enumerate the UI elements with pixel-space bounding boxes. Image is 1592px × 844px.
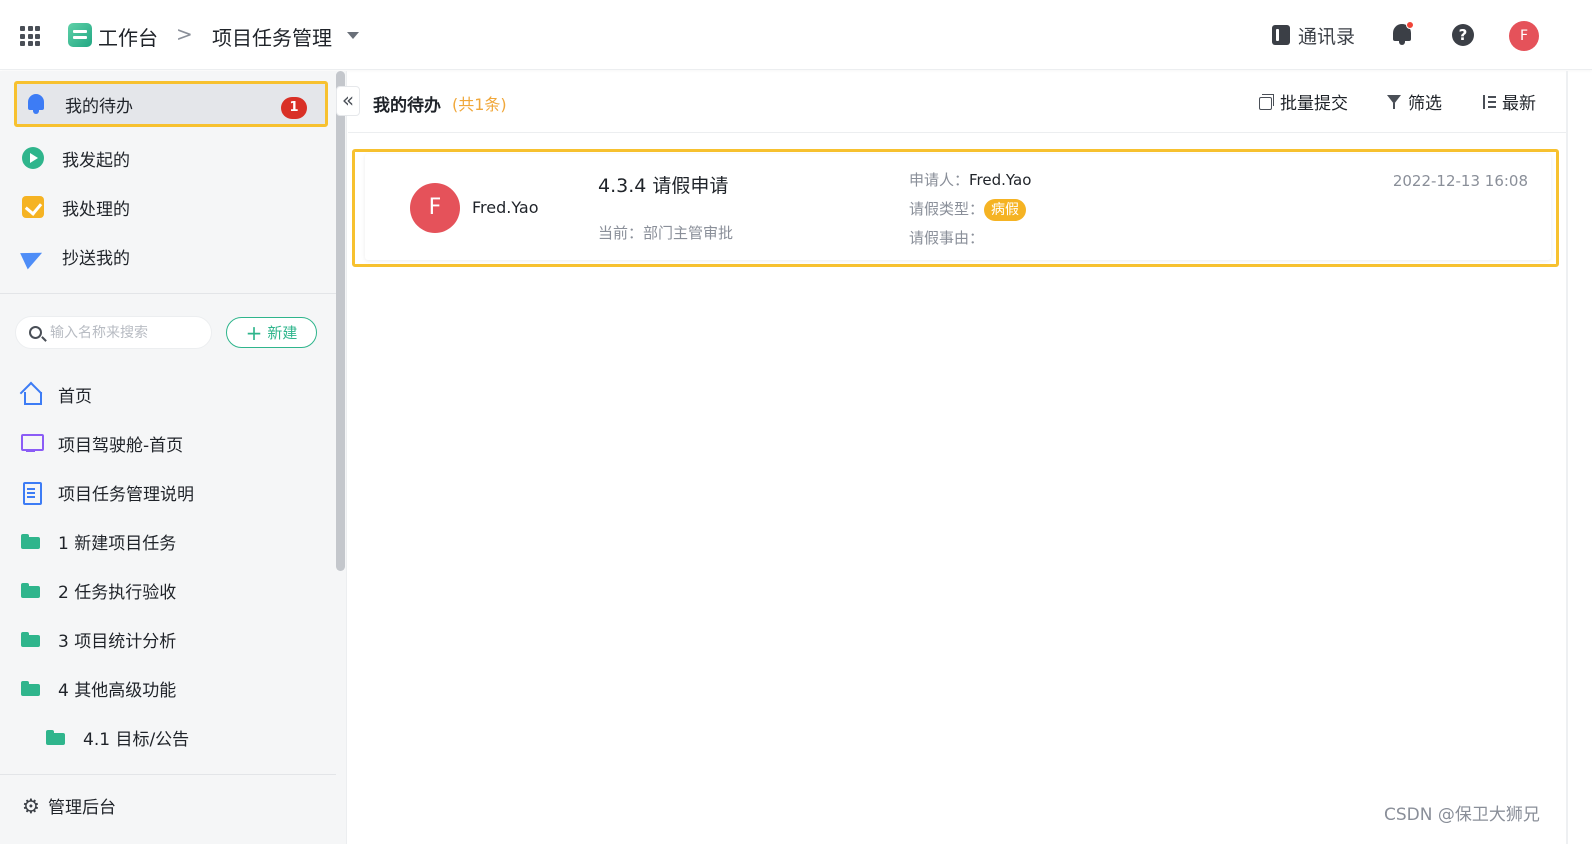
sidebar-item-label: 我发起的 bbox=[62, 150, 130, 171]
field-label: 请假类型： bbox=[909, 200, 985, 218]
field-label: 请假事由： bbox=[909, 229, 985, 247]
nav-item-label: 首页 bbox=[58, 386, 92, 407]
notification-dot bbox=[1406, 21, 1414, 29]
breadcrumb-workspace[interactable]: 工作台 bbox=[98, 22, 158, 51]
sidebar-item-cc[interactable]: 抄送我的 bbox=[14, 233, 328, 279]
contacts-label: 通讯录 bbox=[1298, 25, 1356, 48]
page-title: 我的待办 bbox=[373, 96, 441, 116]
sidebar-item-my-todo[interactable]: 我的待办 1 bbox=[14, 81, 328, 127]
nav-folder-statistics[interactable]: 3 项目统计分析 bbox=[20, 624, 176, 654]
nav-folder-new-task[interactable]: 1 新建项目任务 bbox=[20, 526, 176, 556]
sort-icon bbox=[1480, 94, 1496, 110]
plus-icon: + bbox=[245, 320, 263, 345]
sidebar: 我的待办 1 我发起的 我处理的 抄送我的 + 新建 首页 项目驾驶舱-首页 项… bbox=[0, 71, 347, 844]
paper-plane-icon bbox=[22, 245, 44, 267]
top-bar: 工作台 > 项目任务管理 通讯录 ? F bbox=[0, 0, 1592, 70]
admin-label: 管理后台 bbox=[48, 798, 116, 818]
main-scrollbar[interactable] bbox=[1566, 71, 1568, 844]
sidebar-item-handled[interactable]: 我处理的 bbox=[14, 184, 328, 230]
gear-icon: ⚙ bbox=[22, 793, 40, 818]
leave-type-tag: 病假 bbox=[984, 198, 1027, 221]
nav-item-label: 4.1 目标/公告 bbox=[83, 729, 190, 750]
folder-icon bbox=[20, 678, 42, 698]
admin-console-link[interactable]: ⚙ 管理后台 bbox=[22, 793, 116, 819]
field-reason: 请假事由： bbox=[909, 224, 1031, 253]
nav-item-home[interactable]: 首页 bbox=[20, 379, 92, 409]
nav-item-label: 1 新建项目任务 bbox=[58, 533, 177, 554]
sidebar-scrollbar[interactable] bbox=[336, 71, 345, 571]
list-actions: 批量提交 筛选 最新 bbox=[1220, 89, 1536, 114]
breadcrumb-app-name[interactable]: 项目任务管理 bbox=[212, 22, 332, 51]
bell-icon bbox=[25, 93, 47, 115]
monitor-icon bbox=[20, 433, 44, 453]
nav-folder-execution[interactable]: 2 任务执行验收 bbox=[20, 575, 176, 605]
search-input[interactable] bbox=[50, 323, 205, 343]
home-icon bbox=[20, 384, 42, 405]
search-icon bbox=[29, 326, 42, 339]
main-header: 我的待办 (共1条) 批量提交 筛选 最新 bbox=[348, 71, 1568, 133]
new-button-label: 新建 bbox=[267, 324, 298, 342]
sidebar-item-label: 我的待办 bbox=[65, 96, 133, 117]
nav-item-label: 3 项目统计分析 bbox=[58, 631, 177, 652]
nav-item-label: 4 其他高级功能 bbox=[58, 680, 177, 701]
nav-item-guide[interactable]: 项目任务管理说明 bbox=[20, 477, 194, 507]
sidebar-item-initiated[interactable]: 我发起的 bbox=[14, 135, 328, 181]
filter-label: 筛选 bbox=[1408, 94, 1442, 114]
contacts-button[interactable]: 通讯录 bbox=[1272, 22, 1355, 48]
field-label: 申请人： bbox=[909, 171, 970, 189]
folder-icon bbox=[20, 580, 42, 600]
folder-icon bbox=[45, 727, 67, 747]
new-button[interactable]: + 新建 bbox=[226, 317, 317, 348]
folder-icon bbox=[20, 629, 42, 649]
applicant-name: Fred.Yao bbox=[472, 198, 539, 217]
task-title: 4.3.4 请假申请 bbox=[598, 175, 729, 197]
nav-item-cockpit[interactable]: 项目驾驶舱-首页 bbox=[20, 428, 183, 458]
batch-submit-icon bbox=[1258, 93, 1274, 110]
todo-count-badge: 1 bbox=[281, 97, 307, 119]
nav-folder-advanced[interactable]: 4 其他高级功能 bbox=[20, 673, 176, 703]
nav-item-label: 项目任务管理说明 bbox=[58, 484, 194, 505]
field-value: Fred.Yao bbox=[969, 171, 1032, 189]
nav-item-label: 2 任务执行验收 bbox=[58, 582, 177, 603]
sort-label: 最新 bbox=[1502, 94, 1536, 114]
sidebar-item-label: 我处理的 bbox=[62, 199, 130, 220]
sidebar-item-label: 抄送我的 bbox=[62, 248, 130, 269]
applicant-avatar: F bbox=[410, 183, 460, 233]
field-leave-type: 请假类型： 病假 bbox=[909, 195, 1031, 224]
task-timestamp: 2022-12-13 16:08 bbox=[1392, 172, 1528, 190]
field-applicant: 申请人：Fred.Yao bbox=[909, 166, 1031, 195]
filter-icon bbox=[1386, 94, 1402, 110]
app-switch-caret-icon[interactable] bbox=[347, 32, 359, 39]
app-grid-icon[interactable] bbox=[20, 26, 40, 46]
sidebar-divider bbox=[0, 774, 336, 775]
check-square-icon bbox=[22, 196, 44, 218]
batch-submit-button[interactable]: 批量提交 bbox=[1258, 89, 1348, 114]
address-book-icon bbox=[1272, 25, 1290, 45]
todo-count: (共1条) bbox=[452, 95, 507, 114]
task-status: 当前：部门主管审批 bbox=[598, 224, 734, 242]
nav-folder-goals[interactable]: 4.1 目标/公告 bbox=[45, 722, 189, 752]
nav-item-label: 项目驾驶舱-首页 bbox=[58, 435, 184, 456]
search-box bbox=[15, 316, 212, 349]
task-fields: 申请人：Fred.Yao 请假类型： 病假 请假事由： bbox=[909, 166, 1031, 253]
watermark: CSDN @保卫大狮兄 bbox=[1384, 805, 1540, 825]
help-icon[interactable]: ? bbox=[1452, 24, 1474, 46]
folder-icon bbox=[20, 531, 42, 551]
notification-bell-icon[interactable] bbox=[1392, 21, 1414, 46]
batch-submit-label: 批量提交 bbox=[1280, 94, 1348, 114]
user-avatar[interactable]: F bbox=[1509, 21, 1539, 51]
filter-button[interactable]: 筛选 bbox=[1386, 89, 1442, 114]
document-icon bbox=[20, 482, 42, 505]
sort-button[interactable]: 最新 bbox=[1480, 89, 1536, 114]
play-circle-icon bbox=[22, 147, 44, 169]
sidebar-divider bbox=[0, 293, 336, 294]
task-card[interactable]: F Fred.Yao 4.3.4 请假申请 当前：部门主管审批 申请人：Fred… bbox=[365, 154, 1551, 260]
workspace-logo-icon bbox=[68, 23, 92, 47]
breadcrumb-separator: > bbox=[176, 22, 193, 46]
